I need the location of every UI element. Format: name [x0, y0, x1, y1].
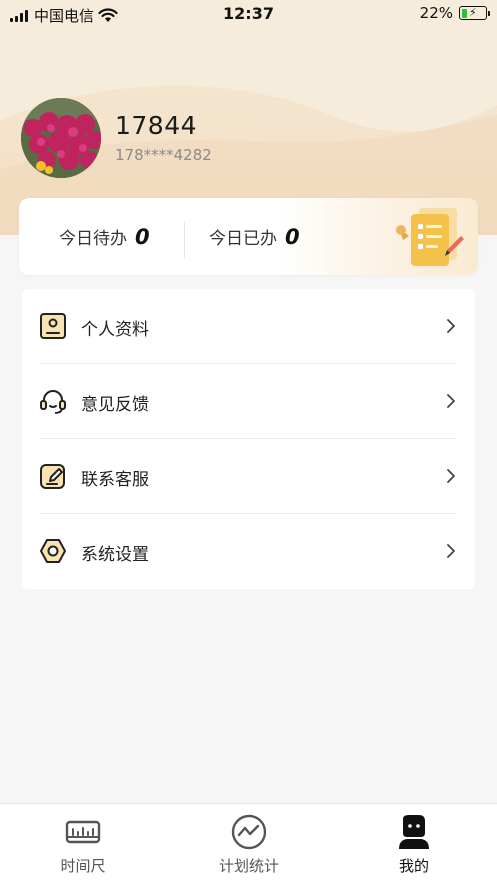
- phone-number: 178****4282: [115, 146, 212, 164]
- chevron-right-icon: [447, 319, 455, 333]
- tab-label-timeline: 时间尺: [60, 857, 106, 875]
- tab-timeline[interactable]: 时间尺: [0, 804, 166, 883]
- menu-label-profile: 个人资料: [81, 320, 149, 340]
- todo-label: 今日待办: [59, 229, 127, 249]
- hex-nut-settings-icon: [40, 539, 66, 563]
- menu-item-support[interactable]: 联系客服: [22, 439, 475, 514]
- done-stat[interactable]: 今日已办 0: [209, 224, 300, 250]
- menu-label-support: 联系客服: [81, 470, 149, 490]
- tab-plan-stats[interactable]: 计划统计: [166, 804, 332, 883]
- trend-chart-icon: [231, 814, 267, 850]
- avatar[interactable]: [21, 98, 101, 178]
- edit-note-icon: [40, 464, 65, 489]
- headset-icon: [40, 390, 66, 414]
- menu-item-profile[interactable]: 个人资料: [22, 289, 475, 364]
- tab-label-mine: 我的: [398, 857, 429, 875]
- status-bar: 中国电信 12:37 22% ⚡: [0, 0, 497, 28]
- done-value: 0: [285, 224, 300, 249]
- tab-mine[interactable]: 我的: [331, 804, 497, 883]
- battery-percent: 22%: [419, 4, 453, 22]
- menu-label-feedback: 意见反馈: [81, 395, 149, 415]
- ruler-icon: [65, 820, 101, 844]
- battery-icon: ⚡: [459, 6, 490, 20]
- menu-item-feedback[interactable]: 意见反馈: [22, 364, 475, 439]
- menu-list: 个人资料 意见反馈 联系客服 系统设置: [22, 289, 475, 589]
- todo-stat[interactable]: 今日待办 0: [59, 224, 150, 250]
- tab-label-plan-stats: 计划统计: [218, 857, 279, 875]
- menu-label-settings: 系统设置: [81, 545, 149, 565]
- bottom-tab-bar: 时间尺 计划统计 我的: [0, 803, 497, 883]
- stats-card: 今日待办 0 今日已办 0: [19, 198, 478, 275]
- user-profile-icon: [399, 815, 429, 849]
- flower-photo-avatar: [21, 98, 101, 178]
- chevron-right-icon: [447, 544, 455, 558]
- chevron-right-icon: [447, 394, 455, 408]
- clipboard-checklist-icon: [396, 208, 464, 266]
- stats-divider: [184, 221, 185, 259]
- done-label: 今日已办: [209, 229, 277, 249]
- username: 17844: [115, 111, 198, 140]
- todo-value: 0: [135, 224, 150, 249]
- menu-item-settings[interactable]: 系统设置: [22, 514, 475, 589]
- chevron-right-icon: [447, 469, 455, 483]
- status-right: 22% ⚡: [419, 4, 490, 22]
- profile-card-icon: [40, 313, 66, 339]
